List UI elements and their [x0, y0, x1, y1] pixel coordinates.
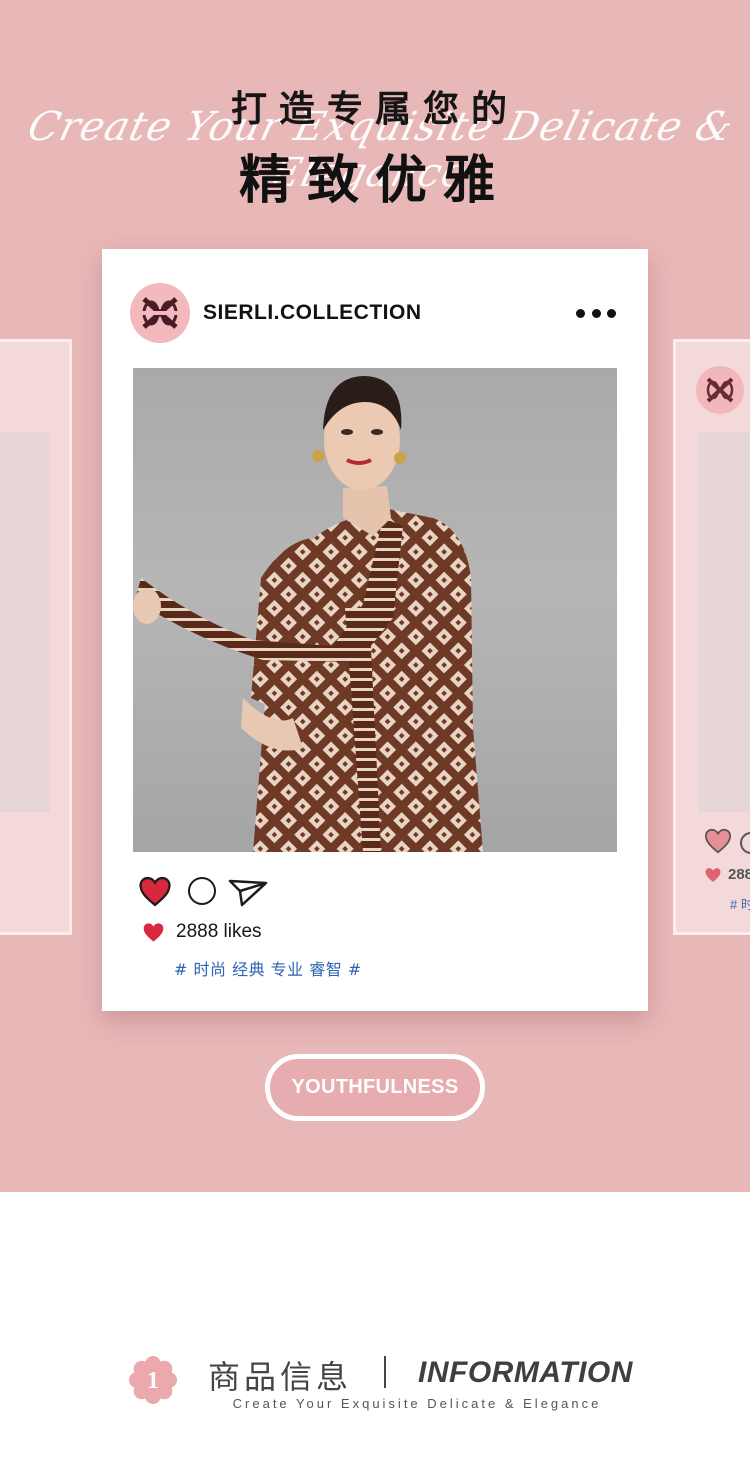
heart-icon: [143, 922, 164, 942]
more-dots-icon[interactable]: [576, 307, 616, 319]
side-avatar-icon: [696, 366, 744, 414]
side-hashtag: # 时: [730, 897, 750, 912]
likes-row: 2888 likes: [142, 921, 262, 943]
post-card: SIERLI.COLLECTION 2888 likes # 时尚 经典 专业 …: [102, 249, 648, 1011]
info-title-en: INFORMATION: [418, 1356, 633, 1389]
hero-section: Create Your Exquisite Delicate & Eleganc…: [0, 0, 750, 1192]
heart-icon: [704, 828, 732, 854]
title-line-2: 精致优雅: [238, 151, 511, 211]
side-likes: 288: [704, 866, 750, 883]
hashtags[interactable]: # 时尚 经典 专业 睿智 #: [174, 956, 362, 980]
side-card-photo: [0, 432, 50, 812]
account-name[interactable]: SIERLI.COLLECTION: [203, 301, 422, 325]
post-photo: [133, 368, 617, 852]
sierli-logo-icon[interactable]: [130, 283, 190, 343]
info-title-cn: 商品信息: [208, 1358, 353, 1396]
side-likes-text: 288: [728, 866, 750, 883]
info-subtitle: Create Your Exquisite Delicate & Eleganc…: [232, 1396, 602, 1411]
side-card-photo: [698, 432, 750, 812]
comment-circle-icon[interactable]: [188, 877, 216, 905]
section-number: 1: [147, 1368, 159, 1394]
title-line-1: 打造专属您的: [230, 89, 519, 130]
youthfulness-badge: YOUTHFULNESS: [265, 1054, 485, 1121]
comment-circle-icon: [740, 832, 750, 854]
divider: [384, 1356, 386, 1388]
heart-icon[interactable]: [138, 876, 172, 907]
side-card-right[interactable]: 288 # 时: [673, 339, 750, 935]
side-card-left[interactable]: [0, 339, 72, 935]
likes-count[interactable]: 2888 likes: [176, 921, 262, 943]
heart-icon: [705, 867, 721, 882]
paper-plane-icon[interactable]: [228, 877, 268, 907]
